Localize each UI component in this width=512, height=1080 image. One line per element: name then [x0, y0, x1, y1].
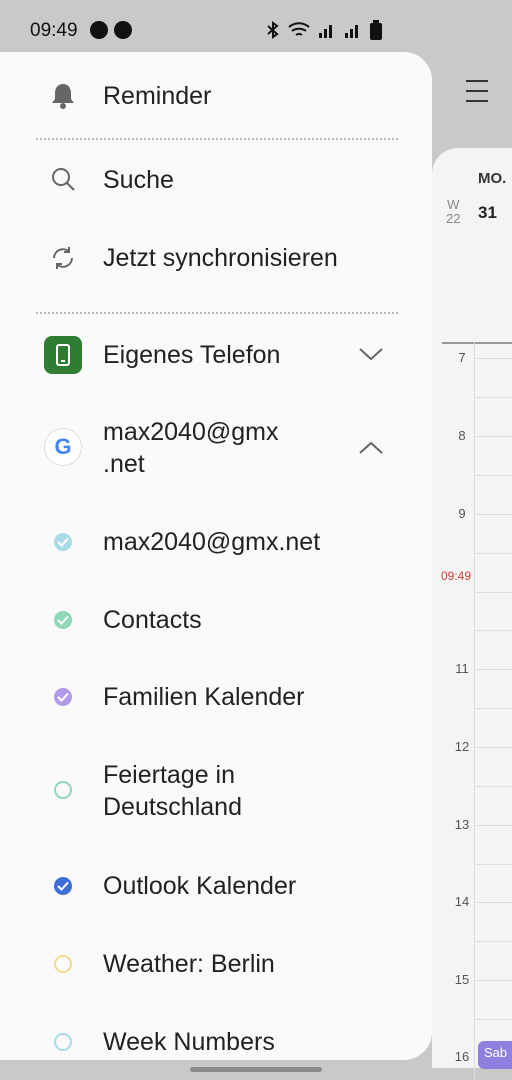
account-email-line2: .net	[103, 450, 145, 478]
search-icon	[52, 168, 75, 191]
chevron-up-icon[interactable]	[358, 440, 384, 456]
drawer-item-label: Eigenes Telefon	[103, 341, 281, 369]
half-hour-line	[476, 786, 512, 787]
time-column-divider	[474, 342, 475, 1080]
phone-icon	[44, 336, 82, 374]
divider	[36, 312, 398, 314]
day-number[interactable]: 31	[478, 203, 497, 223]
drawer-item-label: Reminder	[103, 82, 212, 110]
calendar-item[interactable]: Week Numbers	[0, 1010, 432, 1060]
calendar-item[interactable]: Contacts	[0, 588, 432, 652]
calendar-event[interactable]: Sab	[478, 1041, 512, 1069]
day-header: MO.	[478, 170, 507, 187]
week-number: W 22	[446, 198, 460, 226]
hour-label: 9	[458, 506, 466, 521]
half-hour-line	[476, 553, 512, 554]
google-icon: G	[44, 428, 82, 466]
calendar-item-label: Week Numbers	[103, 1028, 275, 1056]
half-hour-line	[476, 1019, 512, 1020]
check-circle-icon[interactable]	[54, 533, 72, 551]
drawer-item-sync[interactable]: Jetzt synchronisieren	[0, 226, 432, 290]
calendar-item-label: Contacts	[103, 606, 202, 634]
empty-circle-icon[interactable]	[54, 1033, 72, 1051]
divider	[36, 138, 398, 140]
calendar-item-label: Weather: Berlin	[103, 950, 275, 978]
hour-line	[476, 358, 512, 359]
calendar-item[interactable]: max2040@gmx.net	[0, 510, 432, 574]
hamburger-menu-icon[interactable]	[466, 80, 488, 110]
calendar-item[interactable]: Feiertage in Deutschland	[0, 744, 432, 838]
hour-label: 8	[458, 428, 466, 443]
current-time-indicator: 09:49	[441, 569, 472, 583]
hour-label: 16	[454, 1049, 470, 1064]
half-hour-line	[476, 475, 512, 476]
empty-circle-icon[interactable]	[54, 955, 72, 973]
navigation-drawer: Reminder Suche Jetzt synchronisieren Eig…	[0, 52, 432, 1060]
hour-label: 14	[454, 894, 470, 909]
home-indicator[interactable]	[190, 1067, 322, 1072]
hour-line	[476, 980, 512, 981]
calendar-item-label: Familien Kalender	[103, 683, 305, 711]
drawer-item-label: Jetzt synchronisieren	[103, 244, 338, 272]
calendar-item[interactable]: Outlook Kalender	[0, 854, 432, 918]
check-circle-icon[interactable]	[54, 688, 72, 706]
half-hour-line	[476, 864, 512, 865]
hour-label: 11	[455, 661, 469, 676]
half-hour-line	[476, 941, 512, 942]
chevron-down-icon[interactable]	[358, 346, 384, 362]
hour-line	[476, 669, 512, 670]
account-email-line1: max2040@gmx	[103, 418, 279, 446]
week-number-value: 22	[446, 211, 461, 226]
drawer-item-label: Suche	[103, 166, 174, 194]
all-day-divider	[442, 342, 512, 344]
hour-line	[476, 747, 512, 748]
drawer-item-reminder[interactable]: Reminder	[0, 64, 432, 128]
calendar-item[interactable]: Familien Kalender	[0, 665, 432, 729]
calendar-day-view[interactable]	[432, 148, 512, 1068]
bell-icon	[52, 84, 74, 109]
half-hour-line	[476, 630, 512, 631]
hour-line	[476, 514, 512, 515]
drawer-item-search[interactable]: Suche	[0, 148, 432, 212]
calendar-item-label: max2040@gmx.net	[103, 528, 321, 556]
drawer-item-google-account[interactable]: G max2040@gmx .net	[0, 402, 432, 494]
hour-line	[476, 436, 512, 437]
hour-label: 7	[458, 350, 466, 365]
hour-label: 15	[454, 972, 470, 987]
hour-label: 12	[454, 739, 470, 754]
calendar-item-label: Feiertage in	[103, 761, 236, 789]
empty-circle-icon[interactable]	[54, 781, 72, 799]
sync-icon	[53, 247, 73, 269]
hour-line	[476, 592, 512, 593]
check-circle-icon[interactable]	[54, 611, 72, 629]
hour-line	[476, 902, 512, 903]
hour-label: 13	[454, 817, 470, 832]
half-hour-line	[476, 708, 512, 709]
check-circle-icon[interactable]	[54, 877, 72, 895]
calendar-item-label: Outlook Kalender	[103, 872, 297, 900]
half-hour-line	[476, 397, 512, 398]
hour-line	[476, 825, 512, 826]
calendar-item[interactable]: Weather: Berlin	[0, 932, 432, 996]
drawer-item-own-phone[interactable]: Eigenes Telefon	[0, 322, 432, 388]
calendar-item-label-line2: Deutschland	[103, 793, 242, 821]
week-letter: W	[447, 197, 460, 212]
